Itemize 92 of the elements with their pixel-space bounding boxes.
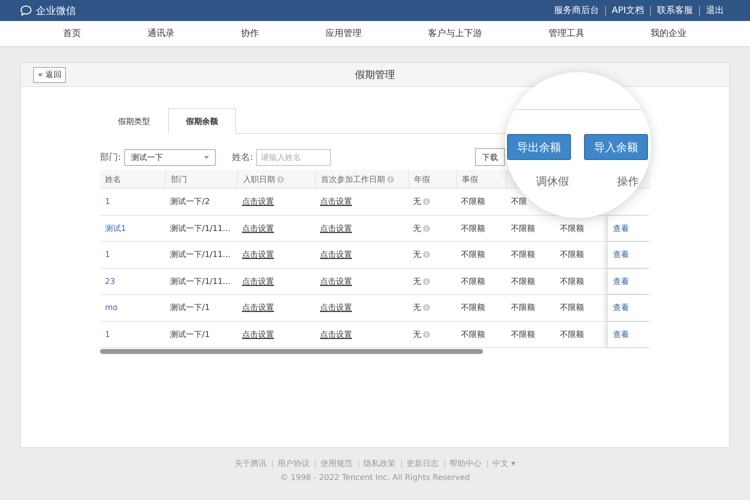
set-link[interactable]: 点击设置 — [242, 222, 274, 234]
table-cell: 不限额 — [511, 328, 535, 340]
table-cell: 不限额 — [560, 222, 584, 234]
view-link[interactable]: 查看 — [613, 222, 629, 234]
column-header: 姓名 — [105, 174, 121, 184]
column-header: 入职日期 — [243, 174, 275, 184]
table-cell: 不限额 — [511, 249, 535, 260]
employee-name[interactable]: 测试1 — [105, 222, 126, 234]
table-cell: 无 — [413, 222, 421, 234]
table-cell: 不限额 — [461, 328, 485, 340]
department-label: 部门: — [100, 152, 122, 164]
table-cell: 不限额 — [560, 276, 584, 287]
set-link[interactable]: 点击设置 — [320, 276, 352, 287]
page-title: 假期管理 — [355, 68, 395, 82]
tab[interactable]: 假期余额 — [168, 108, 236, 134]
export-button[interactable]: 导出余额 — [507, 134, 571, 160]
employee-name[interactable]: mo — [105, 303, 118, 312]
top-link[interactable]: 服务商后台 — [548, 6, 605, 16]
table-cell: 不限额 — [461, 249, 485, 260]
column-header: 年假 — [414, 174, 430, 184]
table-cell: 测试一下/1/11... — [170, 222, 230, 234]
set-link[interactable]: 点击设置 — [242, 196, 274, 208]
table-cell: 不限额 — [461, 276, 485, 287]
table-cell: 不限额 — [560, 328, 584, 340]
view-link[interactable]: 查看 — [613, 276, 629, 287]
table-cell: 不限额 — [511, 222, 535, 234]
set-link[interactable]: 点击设置 — [320, 196, 352, 208]
view-link[interactable]: 查看 — [613, 302, 629, 314]
column-header: 部门 — [171, 174, 187, 184]
table-cell: 无 — [413, 196, 421, 208]
nav-item[interactable]: 管理工具 — [548, 27, 584, 40]
back-button[interactable]: « 返回 — [33, 66, 66, 82]
info-icon — [423, 251, 430, 258]
info-icon — [423, 330, 430, 338]
set-link[interactable]: 点击设置 — [242, 302, 274, 314]
table-cell: 无 — [413, 276, 421, 287]
name-input-field[interactable]: 请输入姓名 — [256, 148, 332, 166]
table-cell: 不限额 — [461, 222, 485, 234]
set-link[interactable]: 点击设置 — [320, 249, 352, 260]
caret-icon — [204, 156, 210, 158]
nav-item[interactable]: 客户与上下游 — [428, 27, 482, 40]
table-cell: 不限 — [511, 196, 527, 208]
employee-name[interactable]: 1 — [105, 197, 110, 206]
top-link[interactable]: API文档 — [604, 6, 650, 16]
nav-item[interactable]: 我的企业 — [650, 27, 687, 40]
set-link[interactable]: 点击设置 — [320, 328, 352, 340]
set-link[interactable]: 点击设置 — [242, 249, 274, 260]
nav-item[interactable]: 协作 — [241, 27, 260, 40]
nav-item[interactable]: 首页 — [63, 27, 82, 40]
info-icon — [423, 198, 430, 206]
department-select[interactable]: 测试一下 — [124, 148, 216, 166]
nav-item[interactable]: 通讯录 — [148, 27, 175, 40]
employee-name[interactable]: 23 — [105, 276, 116, 286]
table-cell: 无 — [413, 328, 421, 340]
view-link[interactable]: 查看 — [613, 249, 629, 260]
table-cell: 测试一下/1/11... — [170, 276, 230, 287]
chat-bubble-icon — [20, 5, 33, 16]
nav-item[interactable]: 应用管理 — [325, 27, 362, 40]
info-icon — [423, 224, 430, 232]
column-header: 调休假 — [536, 174, 569, 189]
table-cell: 不限额 — [560, 302, 584, 314]
table-cell: 测试一下/1/11... — [170, 249, 230, 260]
employee-name[interactable]: 1 — [105, 250, 110, 260]
table-cell: 测试一下/1 — [170, 302, 210, 314]
name-label: 姓名: — [232, 152, 254, 164]
download-button[interactable]: 下载 — [475, 148, 505, 166]
info-icon — [423, 278, 430, 285]
top-link[interactable]: 联系客服 — [650, 6, 699, 16]
table-cell: 不限额 — [511, 276, 535, 287]
employee-name[interactable]: 1 — [105, 330, 110, 339]
table-cell: 无 — [413, 302, 421, 314]
table-cell: 测试一下/2 — [170, 196, 210, 208]
table-cell: 不限额 — [560, 249, 584, 260]
column-header: 首次参加工作日期 — [321, 174, 385, 184]
table-cell: 不限额 — [461, 196, 485, 208]
copyright-text: © 1998 - 2022 Tencent Inc. All Rights Reserved — [280, 473, 470, 482]
scrollbar-thumb[interactable] — [100, 349, 483, 354]
table-cell: 不限额 — [511, 302, 535, 314]
view-link[interactable]: 查看 — [613, 328, 629, 340]
set-link[interactable]: 点击设置 — [320, 302, 352, 314]
set-link[interactable]: 点击设置 — [242, 276, 274, 287]
top-link[interactable]: 退出 — [699, 6, 730, 16]
column-header: 事假 — [462, 174, 478, 184]
table-cell: 无 — [413, 249, 421, 260]
set-link[interactable]: 点击设置 — [242, 328, 274, 340]
column-header: 操作 — [617, 174, 639, 189]
import-button[interactable]: 导入余额 — [584, 134, 648, 160]
set-link[interactable]: 点击设置 — [320, 222, 352, 234]
logo-text: 企业微信 — [36, 4, 76, 18]
table-cell: 不限额 — [461, 302, 485, 314]
info-icon — [423, 304, 430, 312]
table-cell: 测试一下/1 — [170, 328, 210, 340]
